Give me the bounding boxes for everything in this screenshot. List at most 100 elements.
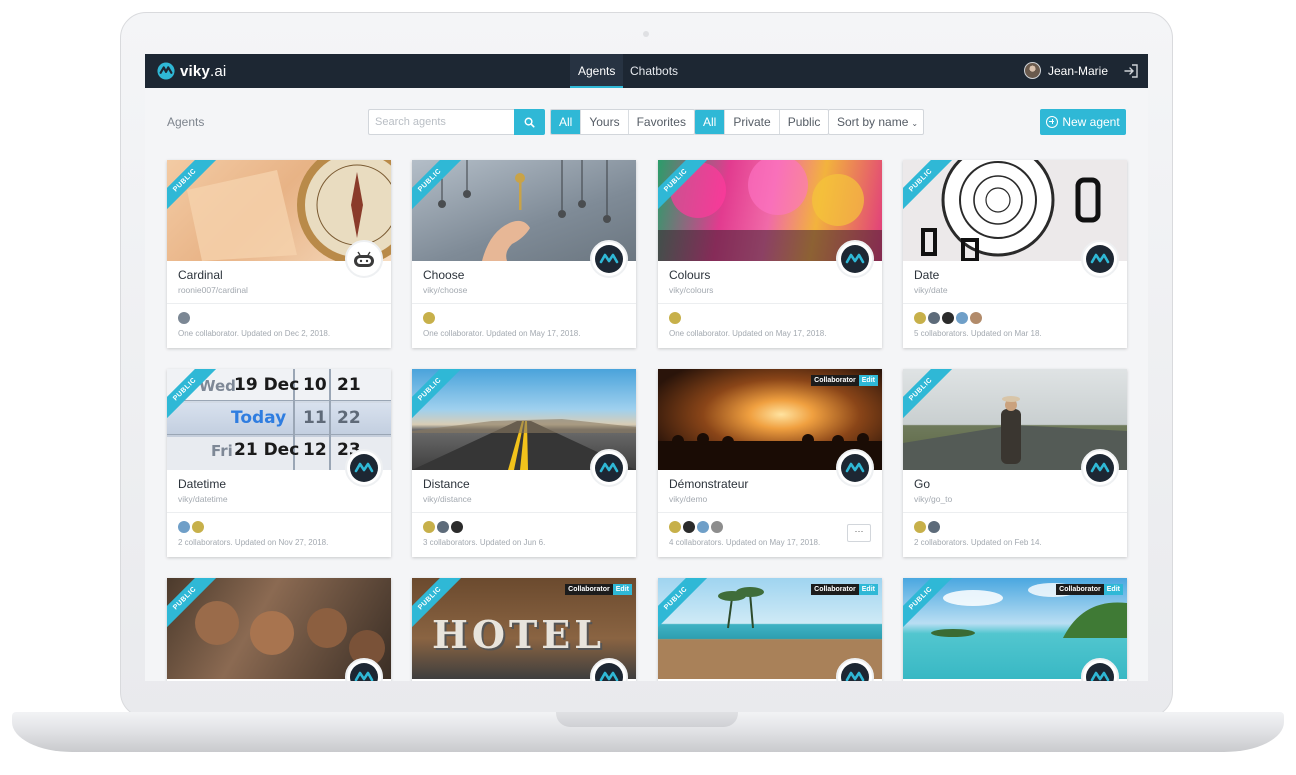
search-button[interactable] bbox=[514, 109, 545, 135]
top-navbar: viky.ai Agents Chatbots Jean-Marie bbox=[145, 54, 1148, 88]
viky-logo-icon bbox=[845, 462, 865, 473]
collaborator-tag: Collaborator Edit bbox=[811, 375, 878, 386]
divider bbox=[658, 303, 882, 304]
agent-name: Cardinal bbox=[178, 268, 223, 282]
divider bbox=[167, 512, 391, 513]
collaborator-avatars bbox=[423, 312, 435, 324]
collaborator-avatar bbox=[192, 521, 204, 533]
filter-yours[interactable]: Yours bbox=[580, 110, 627, 134]
filter-visibility-all[interactable]: All bbox=[695, 110, 725, 134]
collaborator-tag: Collaborator Edit bbox=[1056, 584, 1123, 595]
edit-label[interactable]: Edit bbox=[858, 375, 878, 386]
agent-card-colours[interactable]: PUBLIC Colours viky/colours One collabor… bbox=[658, 160, 882, 348]
viky-logo-icon bbox=[1090, 462, 1110, 473]
new-agent-button[interactable]: New agent bbox=[1040, 109, 1126, 135]
visibility-filter: All Private Public bbox=[694, 109, 830, 135]
hotel-sign: HOTEL bbox=[432, 612, 605, 657]
agent-card-row3-2[interactable]: HOTEL PUBLIC Collaborator Edit bbox=[412, 578, 636, 681]
laptop-notch bbox=[556, 712, 738, 727]
agent-slug: viky/go_to bbox=[914, 494, 953, 504]
agent-card-row3-1[interactable]: PUBLIC bbox=[167, 578, 391, 681]
robot-icon bbox=[354, 251, 374, 267]
image-text: Today bbox=[231, 408, 287, 428]
edit-label[interactable]: Edit bbox=[858, 584, 878, 595]
agent-slug: viky/datetime bbox=[178, 494, 228, 504]
search-icon bbox=[524, 117, 535, 128]
agent-badge bbox=[345, 240, 383, 278]
collaborator-avatar bbox=[451, 521, 463, 533]
agent-card-demonstrateur[interactable]: Collaborator Edit Démonstrateur viky/dem… bbox=[658, 369, 882, 557]
filter-private[interactable]: Private bbox=[724, 110, 778, 134]
collaborator-avatars bbox=[669, 312, 681, 324]
image-text: 10 bbox=[303, 375, 327, 395]
collaborator-avatar bbox=[928, 312, 940, 324]
collaborator-avatar bbox=[914, 521, 926, 533]
agent-card-datetime[interactable]: Wed 19 Dec 10 21 Today 11 22 Fri 21 Dec … bbox=[167, 369, 391, 557]
agent-name: Démonstrateur bbox=[669, 477, 749, 491]
app-screen: viky.ai Agents Chatbots Jean-Marie Agent… bbox=[145, 54, 1148, 681]
collaborator-avatar bbox=[423, 521, 435, 533]
edit-label[interactable]: Edit bbox=[1103, 584, 1123, 595]
logout-icon[interactable] bbox=[1123, 63, 1139, 79]
new-agent-label: New agent bbox=[1062, 115, 1120, 129]
agent-card-choose[interactable]: PUBLIC Choose viky/choose One collaborat… bbox=[412, 160, 636, 348]
edit-label[interactable]: Edit bbox=[612, 584, 632, 595]
divider bbox=[412, 303, 636, 304]
tab-chatbots[interactable]: Chatbots bbox=[622, 54, 686, 88]
collaborator-avatar bbox=[711, 521, 723, 533]
agent-name: Colours bbox=[669, 268, 711, 282]
agent-slug: viky/distance bbox=[423, 494, 472, 504]
collaborator-label: Collaborator bbox=[811, 375, 859, 386]
user-menu[interactable]: Jean-Marie bbox=[1023, 62, 1108, 79]
user-name: Jean-Marie bbox=[1047, 63, 1108, 78]
agent-name: Choose bbox=[423, 268, 465, 282]
viky-logo-icon bbox=[157, 62, 175, 80]
collaborator-avatar bbox=[423, 312, 435, 324]
sort-dropdown[interactable]: Sort by name ⌄ bbox=[828, 109, 924, 135]
viky-logo-icon bbox=[1090, 253, 1110, 264]
agent-card-go[interactable]: PUBLIC Go viky/go_to 2 collaborators. Up… bbox=[903, 369, 1127, 557]
agent-slug: viky/choose bbox=[423, 285, 468, 295]
image-text: Fri bbox=[211, 442, 233, 460]
divider bbox=[903, 512, 1127, 513]
collaborator-label: Collaborator bbox=[811, 584, 859, 595]
collaborator-avatar bbox=[178, 312, 190, 324]
filter-all[interactable]: All bbox=[551, 110, 581, 134]
collaborator-avatar bbox=[669, 312, 681, 324]
search-input[interactable] bbox=[368, 109, 515, 135]
agent-meta: One collaborator. Updated on May 17, 201… bbox=[669, 329, 827, 338]
agent-card-row3-4[interactable]: PUBLIC Collaborator Edit bbox=[903, 578, 1127, 681]
collaborator-tag: Collaborator Edit bbox=[811, 584, 878, 595]
agent-card-row3-3[interactable]: PUBLIC Collaborator Edit bbox=[658, 578, 882, 681]
agent-slug: roonie007/cardinal bbox=[178, 285, 248, 295]
divider bbox=[658, 512, 882, 513]
tab-agents[interactable]: Agents bbox=[570, 54, 624, 88]
image-text: 21 Dec bbox=[234, 440, 300, 460]
filter-public[interactable]: Public bbox=[778, 110, 829, 134]
viky-logo-icon bbox=[845, 253, 865, 264]
page-title: Agents bbox=[167, 115, 205, 129]
image-text: 22 bbox=[337, 408, 361, 428]
brand[interactable]: viky.ai bbox=[157, 60, 226, 82]
filter-favorites[interactable]: Favorites bbox=[627, 110, 694, 134]
plus-circle-icon bbox=[1046, 116, 1059, 128]
collaborator-tag: Collaborator Edit bbox=[565, 584, 632, 595]
sort-label: Sort by name bbox=[837, 115, 909, 129]
collaborator-avatar bbox=[683, 521, 695, 533]
image-text: 19 Dec bbox=[234, 375, 300, 395]
agent-name: Go bbox=[914, 477, 931, 491]
viky-logo-icon bbox=[845, 671, 865, 681]
collaborator-label: Collaborator bbox=[1056, 584, 1104, 595]
collaborator-avatars bbox=[914, 521, 940, 533]
agent-name: Date bbox=[914, 268, 940, 282]
agent-slug: viky/colours bbox=[669, 285, 714, 295]
viky-logo-icon bbox=[599, 253, 619, 264]
brand-name: viky.ai bbox=[180, 62, 227, 80]
agent-card-distance[interactable]: PUBLIC Distance viky/distance 3 collabor… bbox=[412, 369, 636, 557]
agent-card-cardinal[interactable]: PUBLIC Cardinal roonie007/cardinal One c… bbox=[167, 160, 391, 348]
more-options-button[interactable]: ··· bbox=[847, 524, 871, 542]
agent-meta: One collaborator. Updated on May 17, 201… bbox=[423, 329, 581, 338]
collaborator-avatar bbox=[669, 521, 681, 533]
agent-card-date[interactable]: PUBLIC Date viky/date 5 collaborators. U… bbox=[903, 160, 1127, 348]
agent-slug: viky/demo bbox=[669, 494, 708, 504]
